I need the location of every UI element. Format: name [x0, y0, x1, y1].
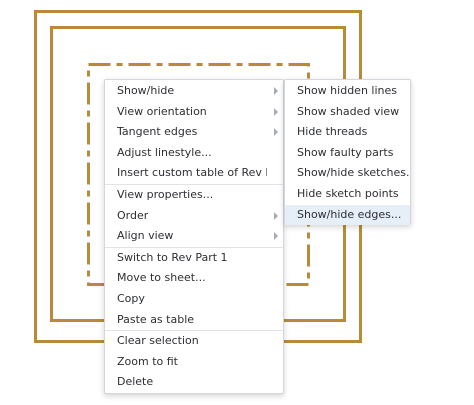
drawing-canvas[interactable]: Show/hide View orientation Tangent edges Ad… — [0, 0, 474, 405]
submenu-item-show-faulty-parts[interactable]: Show faulty parts — [285, 143, 410, 164]
menu-item-label: Order — [117, 208, 149, 222]
menu-item-label: Insert custom table of Rev Part 1 ... — [117, 166, 267, 180]
chevron-right-icon — [274, 211, 278, 220]
menu-item-show-hide[interactable]: Show/hide — [105, 81, 283, 102]
menu-item-label: Clear selection — [117, 334, 199, 348]
submenu-item-hide-sketch-points[interactable]: Hide sketch points — [285, 184, 410, 205]
menu-item-label: Copy — [117, 291, 145, 305]
chevron-right-icon — [274, 232, 278, 241]
chevron-right-icon — [274, 87, 278, 96]
submenu-item-label: Hide threads — [297, 125, 368, 139]
submenu-item-label: Show faulty parts — [297, 145, 394, 159]
menu-item-tangent-edges[interactable]: Tangent edges — [105, 122, 283, 143]
menu-item-clear-selection[interactable]: Clear selection — [105, 331, 283, 352]
menu-item-delete[interactable]: Delete — [105, 372, 283, 393]
menu-item-label: Tangent edges — [117, 125, 198, 139]
menu-item-label: View properties... — [117, 187, 214, 201]
menu-item-label: Move to sheet... — [117, 271, 206, 285]
menu-item-view-properties[interactable]: View properties... — [105, 185, 283, 206]
menu-item-adjust-linestyle[interactable]: Adjust linestyle... — [105, 143, 283, 164]
menu-item-move-to-sheet[interactable]: Move to sheet... — [105, 268, 283, 289]
submenu-item-show-shaded-view[interactable]: Show shaded view — [285, 102, 410, 123]
menu-item-label: View orientation — [117, 104, 207, 118]
submenu-item-label: Show/hide edges... — [297, 207, 402, 221]
menu-item-copy[interactable]: Copy — [105, 289, 283, 310]
submenu-item-label: Show shaded view — [297, 104, 400, 118]
menu-item-switch-to-rev-part-1[interactable]: Switch to Rev Part 1 — [105, 248, 283, 269]
show-hide-submenu: Show hidden lines Show shaded view Hide th… — [284, 79, 411, 226]
submenu-item-label: Show/hide sketches... — [297, 166, 410, 180]
submenu-item-label: Hide sketch points — [297, 186, 399, 200]
menu-item-label: Adjust linestyle... — [117, 145, 212, 159]
menu-item-insert-custom-table-of-rev-part-1[interactable]: Insert custom table of Rev Part 1 ... — [105, 163, 283, 184]
chevron-right-icon — [274, 128, 278, 137]
submenu-item-label: Show hidden lines — [297, 84, 397, 97]
menu-item-order[interactable]: Order — [105, 206, 283, 227]
menu-item-label: Paste as table — [117, 312, 195, 326]
chevron-right-icon — [274, 107, 278, 116]
menu-item-align-view[interactable]: Align view — [105, 226, 283, 247]
context-menu: Show/hide View orientation Tangent edges Ad… — [104, 79, 284, 394]
menu-item-label: Zoom to fit — [117, 354, 178, 368]
submenu-item-hide-threads[interactable]: Hide threads — [285, 122, 410, 143]
menu-item-view-orientation[interactable]: View orientation — [105, 102, 283, 123]
menu-item-label: Switch to Rev Part 1 — [117, 250, 228, 264]
menu-item-label: Delete — [117, 375, 154, 389]
menu-item-paste-as-table[interactable]: Paste as table — [105, 310, 283, 331]
menu-item-label: Show/hide — [117, 84, 175, 97]
submenu-item-show-hide-sketches[interactable]: Show/hide sketches... — [285, 163, 410, 184]
submenu-item-show-hidden-lines[interactable]: Show hidden lines — [285, 81, 410, 102]
menu-item-zoom-to-fit[interactable]: Zoom to fit — [105, 352, 283, 373]
menu-item-label: Align view — [117, 229, 174, 243]
submenu-item-show-hide-edges[interactable]: Show/hide edges... — [285, 204, 410, 226]
